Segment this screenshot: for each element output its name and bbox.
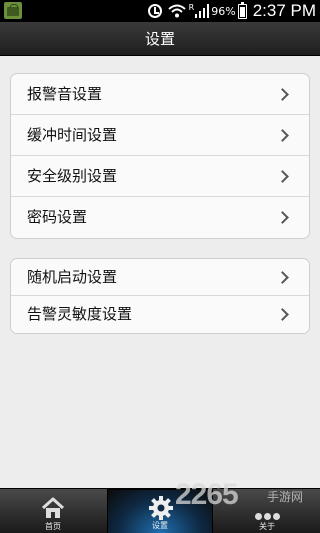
chevron-right-icon [276, 129, 289, 142]
settings-group-2: 随机启动设置 告警灵敏度设置 [10, 258, 310, 334]
chevron-right-icon [276, 170, 289, 183]
bottom-tab-bar: 首页 设置 关于 [0, 488, 320, 533]
chevron-right-icon [276, 88, 289, 101]
tab-settings[interactable]: 设置 [107, 489, 213, 533]
battery-percent: 96% [211, 4, 236, 18]
tab-label: 首页 [45, 522, 61, 531]
page-title: 设置 [0, 22, 320, 56]
status-bar: R 96% 2:37 PM [0, 0, 320, 22]
setting-label: 随机启动设置 [27, 268, 118, 286]
chevron-right-icon [276, 271, 289, 284]
chevron-right-icon [276, 308, 289, 321]
tab-home[interactable]: 首页 [0, 489, 106, 533]
setting-alert-sensitivity[interactable]: 告警灵敏度设置 [11, 296, 309, 333]
setting-label: 密码设置 [27, 208, 88, 226]
setting-label: 缓冲时间设置 [27, 126, 118, 144]
wifi-icon [168, 4, 186, 18]
tab-about[interactable]: 关于 [214, 489, 320, 533]
setting-password[interactable]: 密码设置 [11, 197, 309, 238]
setting-label: 安全级别设置 [27, 167, 118, 185]
battery-icon [237, 1, 247, 19]
alarm-icon [147, 4, 162, 18]
setting-auto-start[interactable]: 随机启动设置 [11, 259, 309, 296]
setting-label: 告警灵敏度设置 [27, 305, 133, 323]
app-notification-icon [4, 2, 22, 19]
roaming-indicator: R [188, 2, 195, 12]
signal-icon [195, 4, 210, 18]
tab-label: 设置 [152, 521, 168, 530]
setting-alarm-sound[interactable]: 报警音设置 [11, 74, 309, 115]
more-icon [252, 505, 282, 520]
setting-buffer-time[interactable]: 缓冲时间设置 [11, 115, 309, 156]
home-icon [41, 497, 65, 518]
chevron-right-icon [276, 211, 289, 224]
gear-icon [149, 496, 173, 520]
setting-label: 报警音设置 [27, 85, 103, 103]
tab-label: 关于 [259, 522, 275, 531]
setting-security-level[interactable]: 安全级别设置 [11, 156, 309, 197]
settings-group-1: 报警音设置 缓冲时间设置 安全级别设置 密码设置 [10, 73, 310, 239]
clock: 2:37 PM [252, 1, 316, 20]
